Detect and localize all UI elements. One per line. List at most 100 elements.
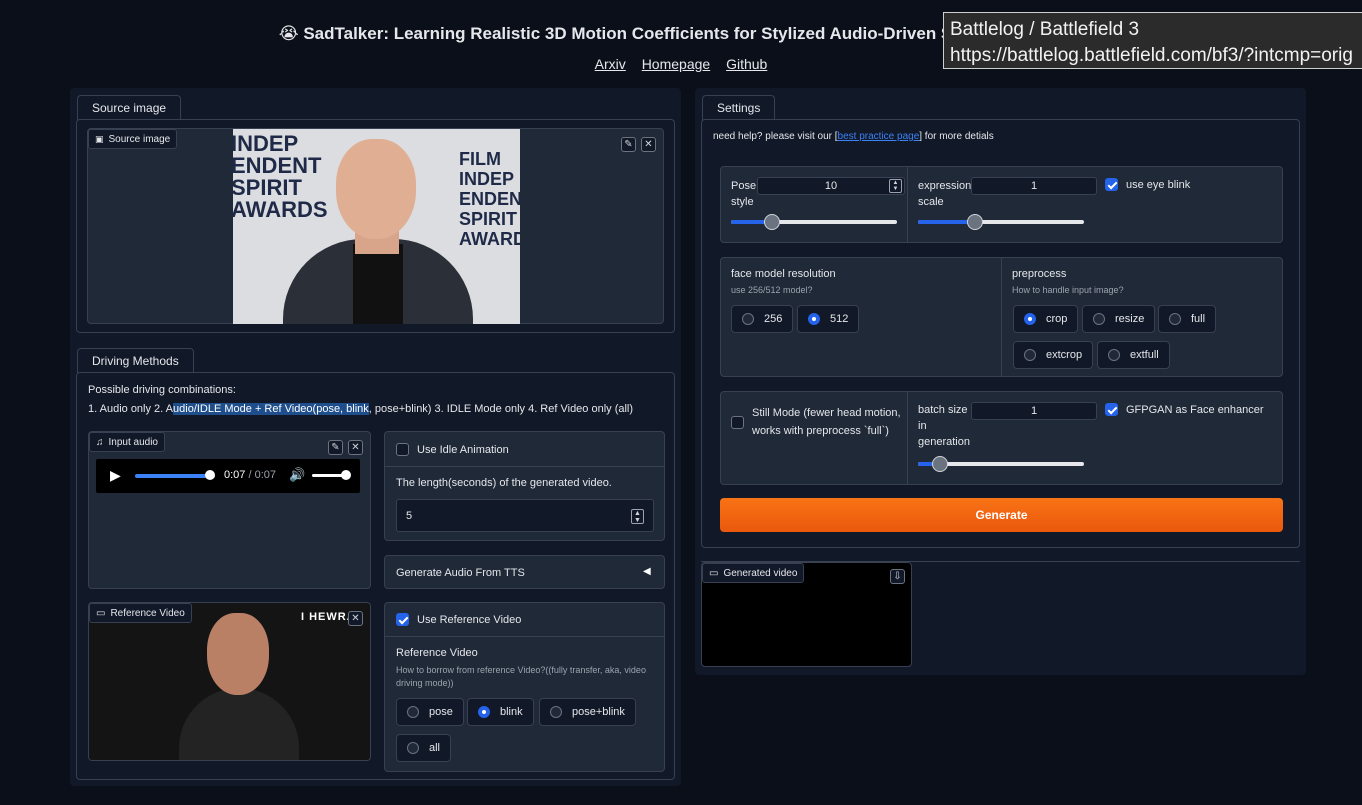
audio-time: 0:07 / 0:07 (224, 469, 277, 481)
volume-thumb[interactable] (341, 470, 351, 480)
pose-style-slider[interactable] (731, 214, 897, 230)
person-body (179, 688, 299, 760)
generated-video-block: ▭ Generated video ⇩ (701, 562, 912, 667)
eye-blink-checkbox[interactable] (1105, 178, 1118, 191)
music-note-icon: ♫ (96, 436, 104, 448)
edit-icon[interactable]: ✎ (328, 440, 343, 455)
crying-emoji-icon: 😭 (278, 24, 299, 43)
homepage-link[interactable]: Homepage (642, 56, 711, 72)
close-icon[interactable]: ✕ (348, 440, 363, 455)
person-head (207, 613, 269, 695)
person-head (336, 139, 416, 239)
reference-video-block: I HEWRA ▭ Reference Video ✕ (88, 602, 371, 761)
download-icon[interactable]: ⇩ (890, 569, 905, 584)
play-icon[interactable]: ▶ (110, 467, 121, 484)
browser-tooltip: Battlelog / Battlefield 3 https://battle… (943, 12, 1362, 69)
preprocess-title: preprocess (1012, 268, 1067, 280)
audio-progress-thumb[interactable] (205, 470, 215, 480)
driving-methods-panel: Possible driving combinations: 1. Audio … (76, 372, 675, 780)
audio-progress[interactable] (135, 474, 215, 478)
still-mode-checkbox[interactable] (731, 415, 744, 429)
best-practice-link[interactable]: best practice page (838, 131, 920, 142)
divider (385, 466, 664, 467)
face-res-desc: use 256/512 model? (731, 285, 813, 295)
pose-style-label: Pose style (731, 180, 757, 208)
preprocess-full[interactable]: full (1158, 305, 1217, 333)
generate-button[interactable]: Generate (720, 498, 1283, 532)
video-camera-icon: ▭ (709, 567, 719, 579)
audio-player: ▶ 0:07 / 0:07 🔊 (96, 459, 360, 493)
caret-left-icon: ◀ (643, 566, 651, 577)
source-image-panel: ▣ Source image ✎ ✕ INDEP ENDENT SPIRIT A… (76, 119, 675, 333)
backdrop-text-right: FILM INDEP ENDENT SPIRIT AWARDS (459, 149, 520, 249)
generated-video-label: ▭ Generated video (702, 563, 805, 583)
source-image-label: ▣ Source image (88, 129, 178, 149)
batch-size-slider[interactable] (918, 456, 1084, 472)
still-mode-row[interactable]: Still Mode (fewer head motion, works wit… (731, 404, 907, 440)
resolution-preprocess-block: face model resolution use 256/512 model?… (720, 257, 1283, 377)
person-shirt (353, 244, 403, 324)
ref-title: Reference Video (396, 647, 478, 659)
preprocess-desc: How to handle input image? (1012, 285, 1124, 295)
close-icon[interactable]: ✕ (641, 137, 656, 152)
use-ref-row[interactable]: Use Reference Video (396, 613, 521, 626)
tts-accordion[interactable]: Generate Audio From TTS ◀ (384, 555, 665, 589)
ref-option-pose[interactable]: pose (396, 698, 464, 726)
gfpgan-checkbox[interactable] (1105, 403, 1118, 416)
pose-style-input[interactable]: 10 ▲ ▼ (757, 177, 905, 195)
face-res-title: face model resolution (731, 268, 836, 280)
preprocess-extcrop[interactable]: extcrop (1013, 341, 1094, 369)
idle-animation-block: Use Idle Animation The length(seconds) o… (384, 431, 665, 541)
reference-video-label: ▭ Reference Video (89, 603, 192, 623)
use-idle-row[interactable]: Use Idle Animation (396, 443, 509, 456)
length-input[interactable]: 5 ▲ ▼ (396, 499, 654, 532)
volume-icon[interactable]: 🔊 (289, 467, 305, 483)
close-icon[interactable]: ✕ (348, 611, 363, 626)
settings-panel: need help? please visit our [best practi… (701, 119, 1300, 548)
divider (907, 392, 908, 484)
gfpgan-row[interactable]: GFPGAN as Face enhancer (1105, 403, 1264, 416)
batch-size-label: batch size in generation (918, 404, 970, 448)
reference-video-frame: I HEWRA (89, 603, 370, 760)
image-icon: ▣ (95, 133, 104, 144)
arxiv-link[interactable]: Arxiv (595, 56, 626, 72)
preprocess-resize[interactable]: resize (1082, 305, 1156, 333)
source-image-block[interactable]: ▣ Source image ✎ ✕ INDEP ENDENT SPIRIT A… (87, 128, 664, 324)
video-camera-icon: ▭ (96, 607, 106, 619)
use-ref-checkbox[interactable] (396, 613, 409, 626)
batch-size-input[interactable]: 1 (971, 402, 1097, 420)
face-res-256[interactable]: 256 (731, 305, 794, 333)
stepper-icon[interactable]: ▲ ▼ (631, 509, 644, 524)
still-batch-block: Still Mode (fewer head motion, works wit… (720, 391, 1283, 485)
use-idle-checkbox[interactable] (396, 443, 409, 456)
expression-scale-input[interactable]: 1 (971, 177, 1097, 195)
eye-blink-row[interactable]: use eye blink (1105, 178, 1190, 191)
edit-icon[interactable]: ✎ (621, 137, 636, 152)
expression-scale-slider[interactable] (918, 214, 1084, 230)
source-photo: INDEP ENDENT SPIRIT AWARDS FILM INDEP EN… (233, 129, 520, 324)
pose-expression-block: Pose style 10 ▲ ▼ expression scale 1 use ey… (720, 166, 1283, 243)
face-res-512[interactable]: 512 (797, 305, 860, 333)
help-text: need help? please visit our [best practi… (713, 131, 994, 142)
input-audio-label: ♫ Input audio (89, 432, 165, 452)
input-audio-block: ♫ Input audio ✎ ✕ ▶ 0:07 / 0:07 🔊 (88, 431, 371, 589)
tab-settings[interactable]: Settings (702, 95, 776, 120)
combos-title: Possible driving combinations: (88, 384, 236, 396)
use-reference-block: Use Reference Video Reference Video How … (384, 602, 665, 772)
preprocess-crop[interactable]: crop (1013, 305, 1079, 333)
ref-option-all[interactable]: all (396, 734, 452, 762)
tab-source-image[interactable]: Source image (77, 95, 182, 120)
ref-desc: How to borrow from reference Video?((ful… (396, 665, 646, 688)
ref-option-pose-blink[interactable]: pose+blink (539, 698, 636, 726)
backdrop-text-left: INDEP ENDENT SPIRIT AWARDS (233, 131, 328, 222)
tab-driving-methods[interactable]: Driving Methods (77, 348, 194, 373)
divider (385, 636, 664, 637)
expression-scale-label: expression scale (918, 180, 972, 208)
github-link[interactable]: Github (726, 56, 767, 72)
combos-text: 1. Audio only 2. Audio/IDLE Mode + Ref V… (88, 403, 634, 415)
divider (907, 167, 908, 242)
length-label: The length(seconds) of the generated vid… (396, 477, 612, 489)
stepper-icon[interactable]: ▲ ▼ (889, 179, 902, 193)
ref-option-blink[interactable]: blink (467, 698, 534, 726)
preprocess-extfull[interactable]: extfull (1097, 341, 1170, 369)
